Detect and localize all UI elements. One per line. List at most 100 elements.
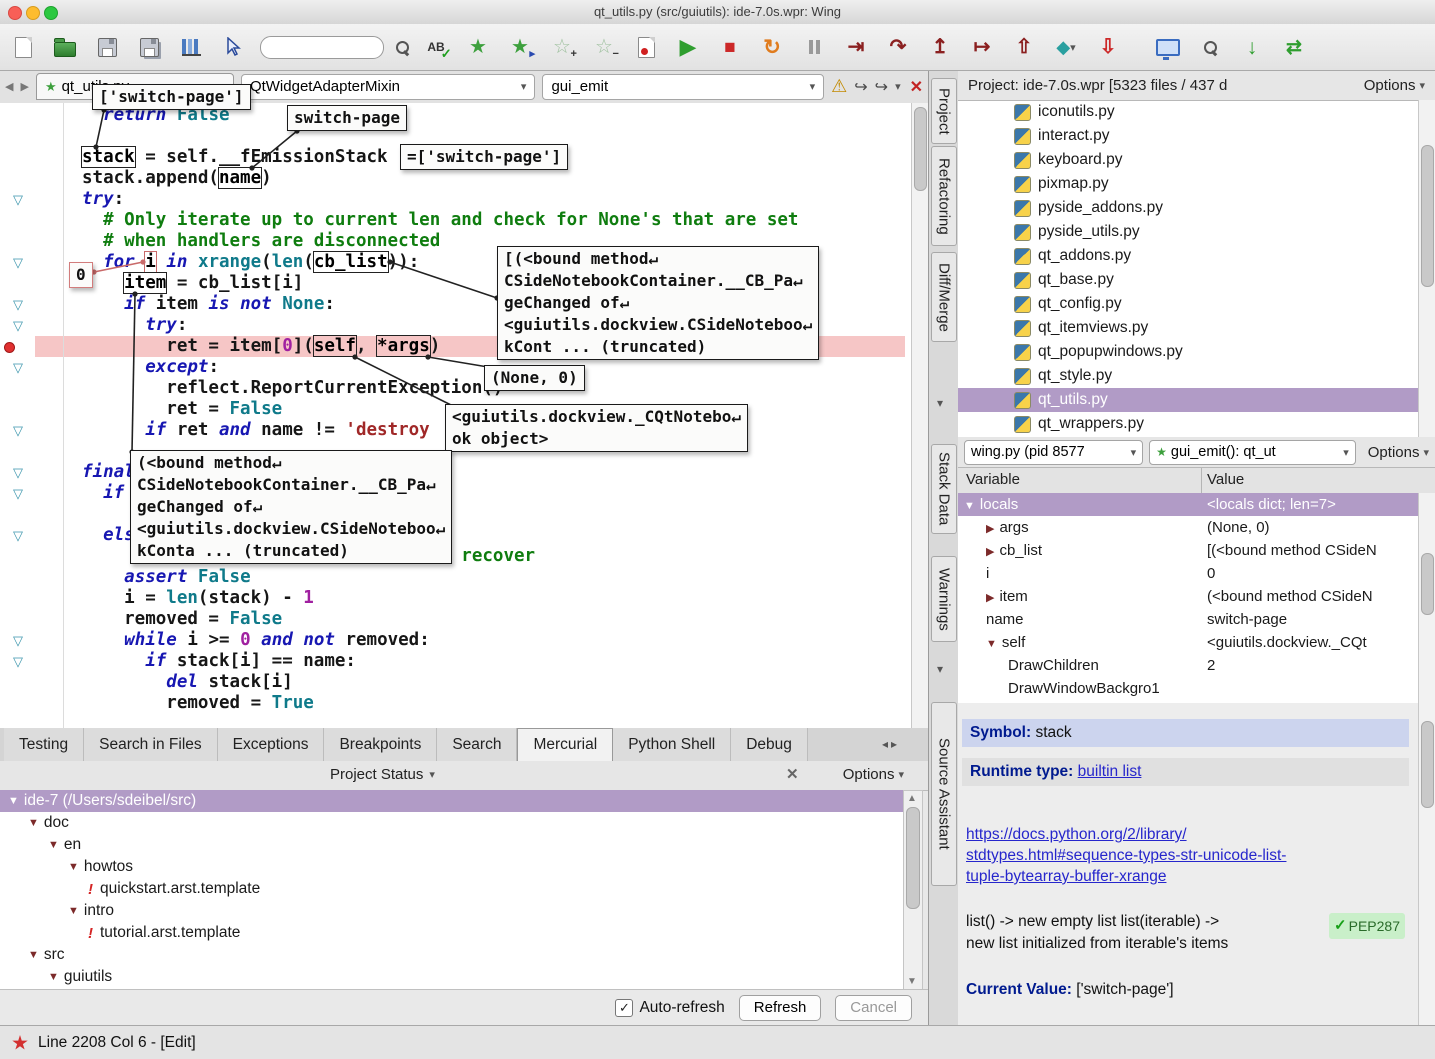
collapse-icon[interactable]: ▼ (964, 500, 975, 512)
code-line[interactable]: try: (82, 189, 798, 210)
thread-dropdown[interactable]: wing.py (pid 8577 ▾ (964, 439, 1144, 465)
assistant-scrollbar[interactable] (1418, 703, 1435, 1025)
tree-node[interactable]: ▼ intro (0, 900, 903, 922)
project-file[interactable]: pyside_utils.py (958, 220, 1419, 244)
bottom-tab-search-in-files[interactable]: Search in Files (84, 728, 218, 761)
status-view-dropdown[interactable]: Project Status ▾ (330, 766, 435, 783)
close-panel-icon[interactable]: ✕ (786, 765, 799, 783)
bottom-tab-debug[interactable]: Debug (731, 728, 808, 761)
right-tab-source-assistant[interactable]: Source Assistant (931, 702, 957, 886)
collapse-icon[interactable]: ▼ (986, 638, 997, 650)
right-tab-warnings[interactable]: Warnings (931, 556, 957, 642)
collapse-icon[interactable]: ▼ (28, 817, 39, 829)
bookmark-button[interactable]: ★ (463, 32, 493, 62)
project-scrollbar-thumb[interactable] (1421, 145, 1434, 287)
code-line[interactable]: stack.append(name) (82, 167, 798, 189)
tree-node[interactable]: ▼ ide-7 (/Users/sdeibel/src) (0, 790, 903, 812)
code-line[interactable]: except: (82, 357, 798, 378)
scope-dropdown[interactable]: QtWidgetAdapterMixin ▾ (240, 73, 536, 100)
collapse-icon[interactable]: ▼ (48, 971, 59, 983)
add-bookmark-button[interactable]: ☆ + (547, 32, 577, 62)
debug-options-button[interactable]: ◆ ▾ (1051, 32, 1081, 62)
bottom-tab-exceptions[interactable]: Exceptions (217, 728, 325, 761)
goto-reference-icon[interactable]: ↪ (875, 77, 888, 97)
new-file-button[interactable] (8, 32, 38, 62)
auto-refresh-checkbox[interactable]: ✓ Auto-refresh (615, 998, 725, 1017)
stack-variable-row[interactable]: ▼ self <guiutils.dockview._CQt (958, 631, 1419, 654)
collapse-icon[interactable]: ▼ (68, 905, 79, 917)
code-line[interactable]: # Only iterate up to current len and che… (82, 210, 798, 231)
breakpoint-icon[interactable] (4, 342, 15, 353)
code-line[interactable]: i = len(stack) - 1 (82, 588, 798, 609)
project-file[interactable]: qt_addons.py (958, 244, 1419, 268)
warning-icon[interactable]: ⚠ (831, 76, 847, 97)
fold-marker-icon[interactable]: ▽ (13, 317, 23, 334)
stack-variable-row[interactable]: i0 (958, 562, 1419, 585)
pep287-badge[interactable]: ✓ PEP287 (1329, 913, 1405, 939)
tree-node[interactable]: ▼ howtos (0, 856, 903, 878)
stack-variable-row[interactable]: name switch-page (958, 608, 1419, 631)
project-file[interactable]: qt_base.py (958, 268, 1419, 292)
collapse-icon[interactable]: ▼ (8, 795, 19, 807)
code-line[interactable]: removed = True (82, 693, 798, 714)
tree-node[interactable]: ▼ guiutils (0, 966, 903, 988)
project-file[interactable]: pyside_addons.py (958, 196, 1419, 220)
fold-marker-icon[interactable]: ▽ (13, 527, 23, 544)
fold-marker-icon[interactable]: ▽ (13, 254, 23, 271)
stack-scrollbar[interactable] (1418, 493, 1435, 703)
right-tab-refactoring[interactable]: Refactoring (931, 146, 957, 246)
right-tab-stack-data[interactable]: Stack Data (931, 444, 957, 534)
more-tabs-icon[interactable]: ▾ (937, 662, 943, 676)
spell-check-button[interactable]: AB ✓ (421, 32, 451, 62)
close-editor-icon[interactable]: ✕ (910, 77, 923, 97)
project-file[interactable]: pixmap.py (958, 172, 1419, 196)
expand-icon[interactable]: ▶ (986, 523, 994, 535)
frame-down-button[interactable]: ⇩ (1093, 32, 1123, 62)
save-button[interactable] (92, 32, 122, 62)
project-file[interactable]: qt_style.py (958, 364, 1419, 388)
history-back-icon[interactable]: ◀ (5, 80, 13, 93)
tree-node[interactable]: ▼ en (0, 834, 903, 856)
collapse-icon[interactable]: ▼ (68, 861, 79, 873)
goto-definition-icon[interactable]: ↪ (854, 77, 867, 97)
frame-up-button[interactable]: ⇧ (1009, 32, 1039, 62)
stack-variable-row[interactable]: ▶ cb_list [(<bound method CSideN (958, 539, 1419, 562)
fold-marker-icon[interactable]: ▽ (13, 653, 23, 670)
stack-scrollbar-thumb[interactable] (1421, 553, 1434, 615)
stack-variable-row[interactable]: ▼ locals <locals dict; len=7> (958, 493, 1419, 516)
restart-debug-button[interactable]: ↻ (757, 32, 787, 62)
collapse-icon[interactable]: ▼ (28, 949, 39, 961)
tree-node[interactable]: ! tutorial.arst.template (0, 922, 903, 944)
stack-variable-row[interactable]: ▶ args (None, 0) (958, 516, 1419, 539)
bottom-tab-breakpoints[interactable]: Breakpoints (324, 728, 438, 761)
fold-marker-icon[interactable]: ▽ (13, 296, 23, 313)
code-line[interactable]: removed = False (82, 609, 798, 630)
symbol-dropdown[interactable]: gui_emit ▾ (542, 73, 825, 100)
save-all-button[interactable] (134, 32, 164, 62)
project-file[interactable]: keyboard.py (958, 148, 1419, 172)
project-file[interactable]: qt_wrappers.py (958, 412, 1419, 436)
debug-console-button[interactable] (1153, 32, 1183, 62)
fold-marker-icon[interactable]: ▽ (13, 422, 23, 439)
scroll-up-icon[interactable]: ▲ (907, 793, 917, 804)
fold-marker-icon[interactable]: ▽ (13, 632, 23, 649)
more-tabs-icon[interactable]: ▾ (937, 396, 943, 410)
fold-marker-icon[interactable]: ▽ (13, 191, 23, 208)
cancel-button[interactable]: Cancel (835, 994, 912, 1021)
fold-marker-icon[interactable]: ▽ (13, 359, 23, 376)
fold-marker-icon[interactable]: ▽ (13, 464, 23, 481)
bottom-tab-mercurial[interactable]: Mercurial (517, 728, 614, 761)
code-line[interactable]: while i >= 0 and not removed: (82, 630, 798, 651)
expand-icon[interactable]: ▶ (986, 592, 994, 604)
debug-status-icon[interactable] (12, 1035, 28, 1050)
tree-node[interactable]: ! quickstart.arst.template (0, 878, 903, 900)
sync-button[interactable]: ⇄ (1279, 32, 1309, 62)
value-column-header[interactable]: Value (1207, 471, 1244, 488)
update-button[interactable]: ↓ (1237, 32, 1267, 62)
code-line[interactable]: reflect.ReportCurrentException() (82, 378, 798, 399)
open-file-button[interactable] (50, 32, 80, 62)
right-tab-diff-merge[interactable]: Diff/Merge (931, 252, 957, 342)
project-file[interactable]: qt_popupwindows.py (958, 340, 1419, 364)
mercurial-options-button[interactable]: Options ▾ (843, 766, 904, 783)
stack-variable-row[interactable]: DrawWindowBackgro1 (958, 677, 1419, 700)
